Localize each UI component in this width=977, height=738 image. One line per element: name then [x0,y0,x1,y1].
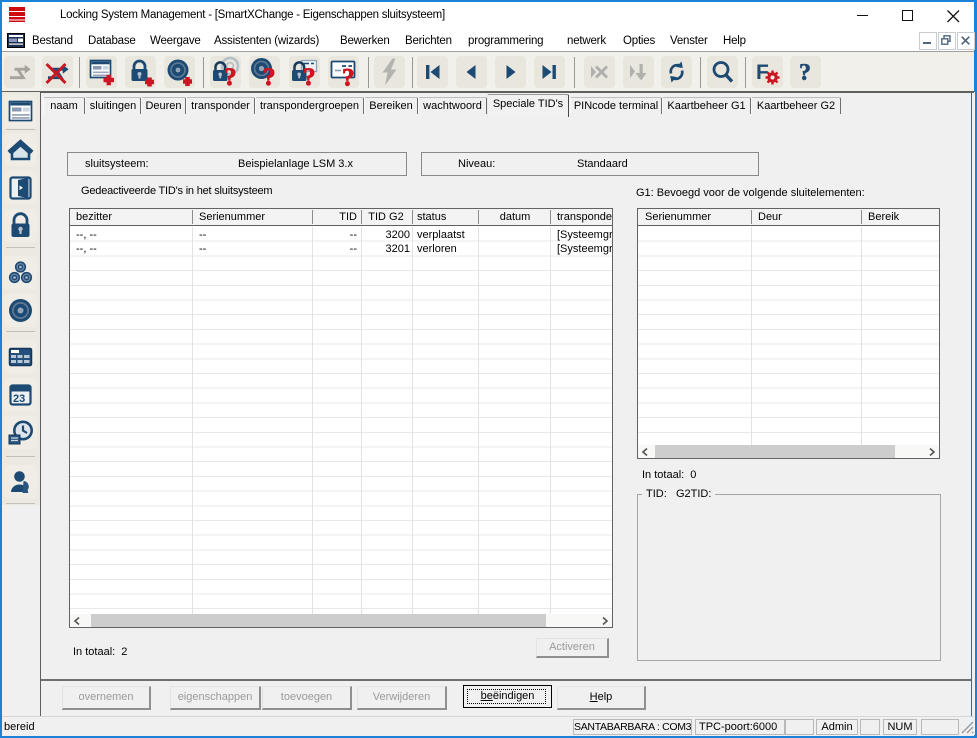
svg-text:?: ? [224,64,237,88]
svg-text:?: ? [342,65,355,89]
svg-text:?: ? [263,64,276,88]
svg-text:?: ? [303,64,316,88]
svg-text:?: ? [799,60,811,86]
svg-text:23: 23 [13,393,25,405]
svg-text:F: F [756,61,769,84]
